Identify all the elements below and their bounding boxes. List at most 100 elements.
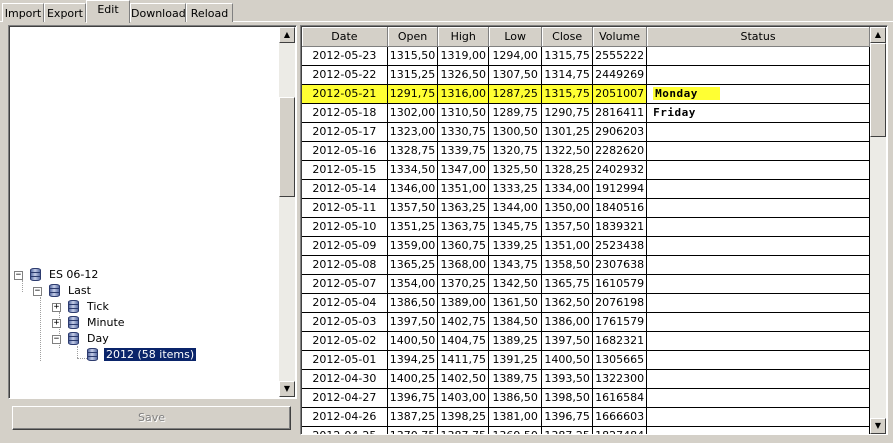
cell-low[interactable]: 1389,75 [488, 369, 543, 389]
cell-close[interactable]: 1386,00 [541, 312, 594, 332]
cell-high[interactable]: 1389,00 [437, 293, 490, 313]
tab-export[interactable]: Export [44, 3, 86, 22]
cell-date[interactable]: 2012-04-26 [302, 407, 388, 427]
cell-date[interactable]: 2012-05-16 [302, 141, 388, 161]
tree-node-es-06-12[interactable]: − ES 06-12 [9, 267, 209, 283]
cell-high[interactable]: 1330,75 [437, 122, 490, 142]
cell-low[interactable]: 1325,50 [488, 160, 543, 180]
cell-open[interactable]: 1315,25 [387, 65, 439, 85]
cell-low[interactable]: 1386,50 [488, 388, 543, 408]
tab-edit[interactable]: Edit [86, 0, 130, 23]
cell-close[interactable]: 1328,25 [541, 160, 594, 180]
column-header-open[interactable]: Open [387, 27, 439, 47]
table-row[interactable]: 2012-05-23 1315,50 1319,00 1294,00 1315,75 25… [302, 46, 870, 66]
table-row[interactable]: 2012-05-14 1346,00 1351,00 1333,25 1334,00 19… [302, 179, 870, 199]
cell-volume[interactable]: 2523438 [592, 236, 648, 256]
cell-status[interactable] [646, 312, 870, 332]
cell-date[interactable]: 2012-05-23 [302, 46, 388, 66]
cell-volume[interactable]: 2307638 [592, 255, 648, 275]
cell-high[interactable]: 1398,25 [437, 407, 490, 427]
cell-open[interactable]: 1357,50 [387, 198, 439, 218]
cell-close[interactable]: 1322,50 [541, 141, 594, 161]
cell-low[interactable]: 1307,50 [488, 65, 543, 85]
cell-date[interactable]: 2012-04-30 [302, 369, 388, 389]
cell-date[interactable]: 2012-05-10 [302, 217, 388, 237]
expand-icon[interactable]: + [52, 303, 61, 312]
table-row[interactable]: 2012-05-17 1323,00 1330,75 1300,50 1301,25 29… [302, 122, 870, 142]
cell-low[interactable]: 1342,50 [488, 274, 543, 294]
cell-close[interactable]: 1362,50 [541, 293, 594, 313]
cell-close[interactable]: 1400,50 [541, 350, 594, 370]
cell-status[interactable] [646, 46, 870, 66]
cell-open[interactable]: 1291,75 [387, 84, 439, 104]
cell-status[interactable] [646, 350, 870, 370]
table-row[interactable]: 2012-04-30 1400,25 1402,50 1389,75 1393,50 13… [302, 369, 870, 389]
cell-open[interactable]: 1328,75 [387, 141, 439, 161]
cell-status[interactable]: Friday [646, 103, 870, 123]
table-row[interactable]: 2012-05-18 1302,00 1310,50 1289,75 1290,75 28… [302, 103, 870, 123]
column-header-status[interactable]: Status [646, 27, 870, 47]
cell-low[interactable]: 1381,00 [488, 407, 543, 427]
cell-status[interactable] [646, 255, 870, 275]
table-row[interactable]: 2012-04-27 1396,75 1403,00 1386,50 1398,50 16… [302, 388, 870, 408]
cell-high[interactable]: 1363,75 [437, 217, 490, 237]
table-row[interactable]: 2012-05-03 1397,50 1402,75 1384,50 1386,00 17… [302, 312, 870, 332]
cell-open[interactable]: 1400,25 [387, 369, 439, 389]
save-button[interactable]: Save [12, 406, 291, 430]
cell-volume[interactable]: 1840516 [592, 198, 648, 218]
cell-status[interactable] [646, 122, 870, 142]
cell-status[interactable] [646, 179, 870, 199]
tab-import[interactable]: Import [2, 3, 44, 22]
cell-low[interactable]: 1320,75 [488, 141, 543, 161]
cell-high[interactable]: 1316,00 [437, 84, 490, 104]
cell-low[interactable]: 1294,00 [488, 46, 543, 66]
cell-low[interactable]: 1391,25 [488, 350, 543, 370]
cell-close[interactable]: 1365,75 [541, 274, 594, 294]
cell-high[interactable]: 1387,75 [437, 426, 490, 434]
table-row[interactable]: 2012-05-07 1354,00 1370,25 1342,50 1365,75 16… [302, 274, 870, 294]
cell-open[interactable]: 1397,50 [387, 312, 439, 332]
cell-date[interactable]: 2012-05-22 [302, 65, 388, 85]
cell-high[interactable]: 1363,25 [437, 198, 490, 218]
cell-status[interactable] [646, 369, 870, 389]
cell-volume[interactable]: 1616584 [592, 388, 648, 408]
cell-date[interactable]: 2012-05-01 [302, 350, 388, 370]
cell-open[interactable]: 1351,25 [387, 217, 439, 237]
cell-status[interactable] [646, 331, 870, 351]
scrollbar-thumb[interactable] [870, 43, 886, 137]
cell-low[interactable]: 1384,50 [488, 312, 543, 332]
collapse-icon[interactable]: − [33, 287, 42, 296]
cell-open[interactable]: 1370,75 [387, 426, 439, 434]
cell-volume[interactable]: 1839321 [592, 217, 648, 237]
cell-volume[interactable]: 1610579 [592, 274, 648, 294]
cell-low[interactable]: 1345,75 [488, 217, 543, 237]
cell-volume[interactable]: 2816411 [592, 103, 648, 123]
cell-high[interactable]: 1351,00 [437, 179, 490, 199]
cell-close[interactable]: 1334,00 [541, 179, 594, 199]
cell-close[interactable]: 1315,75 [541, 46, 594, 66]
cell-date[interactable]: 2012-04-27 [302, 388, 388, 408]
cell-low[interactable]: 1333,25 [488, 179, 543, 199]
table-row[interactable]: 2012-05-02 1400,50 1404,75 1389,25 1397,50 16… [302, 331, 870, 351]
table-row[interactable]: 2012-05-16 1328,75 1339,75 1320,75 1322,50 22… [302, 141, 870, 161]
cell-volume[interactable]: 2051007 [592, 84, 648, 104]
tree-node-minute[interactable]: + Minute [9, 315, 209, 331]
scroll-down-arrow-icon[interactable]: ▼ [279, 381, 295, 397]
tab-reload[interactable]: Reload [186, 3, 233, 22]
cell-open[interactable]: 1365,25 [387, 255, 439, 275]
cell-close[interactable]: 1350,00 [541, 198, 594, 218]
cell-volume[interactable]: 1305665 [592, 350, 648, 370]
cell-open[interactable]: 1387,25 [387, 407, 439, 427]
collapse-icon[interactable]: − [14, 271, 23, 280]
column-header-date[interactable]: Date [302, 27, 388, 47]
tree-scrollbar[interactable]: ▲ ▼ [279, 27, 295, 397]
cell-date[interactable]: 2012-05-08 [302, 255, 388, 275]
cell-date[interactable]: 2012-05-18 [302, 103, 388, 123]
tab-download[interactable]: Download [130, 3, 186, 22]
cell-status[interactable] [646, 141, 870, 161]
cell-open[interactable]: 1386,50 [387, 293, 439, 313]
cell-date[interactable]: 2012-05-14 [302, 179, 388, 199]
tree-node-tick[interactable]: + Tick [9, 299, 209, 315]
cell-volume[interactable]: 2282620 [592, 141, 648, 161]
cell-status[interactable] [646, 274, 870, 294]
